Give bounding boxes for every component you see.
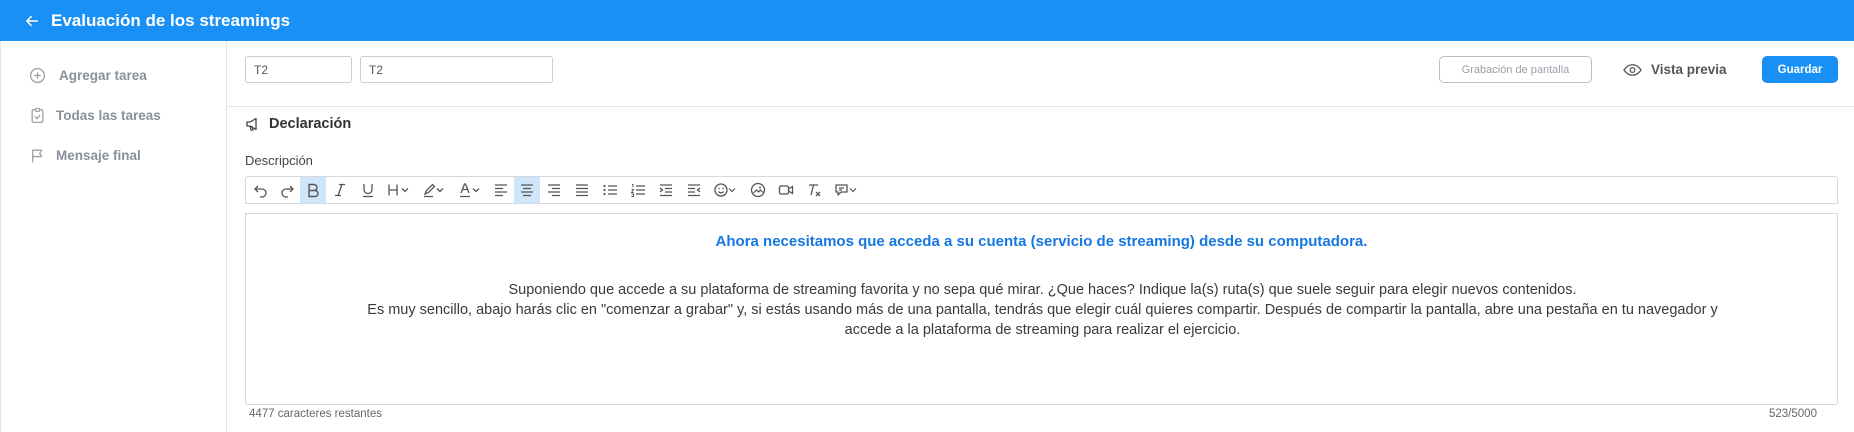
- section-title: Declaración: [245, 116, 351, 132]
- bullet-list-icon[interactable]: [596, 177, 624, 203]
- screen-record-button[interactable]: Grabación de pantalla: [1439, 56, 1592, 83]
- flag-icon: [32, 149, 43, 163]
- bold-icon[interactable]: [300, 177, 326, 203]
- undo-icon[interactable]: [248, 177, 274, 203]
- align-center-icon[interactable]: [514, 177, 540, 203]
- main-panel: Grabación de pantalla Vista previa Guard…: [227, 41, 1854, 432]
- sidebar-item-label: Todas las tareas: [56, 108, 161, 123]
- align-justify-icon[interactable]: [568, 177, 596, 203]
- save-button[interactable]: Guardar: [1762, 56, 1838, 83]
- numbered-list-icon[interactable]: [624, 177, 652, 203]
- preview-label: Vista previa: [1651, 62, 1727, 77]
- underline-icon[interactable]: [354, 177, 382, 203]
- editor-paragraph: accede a la plataforma de streaming para…: [844, 322, 1241, 338]
- editor-heading-text: Ahora necesitamos que acceda a su cuenta…: [715, 233, 1368, 250]
- section-title-label: Declaración: [269, 116, 352, 132]
- editor-paragraph: Suponiendo que accede a su plataforma de…: [508, 282, 1577, 298]
- italic-icon[interactable]: [326, 177, 354, 203]
- plus-circle-icon: [29, 67, 46, 84]
- heading-icon[interactable]: [382, 177, 416, 203]
- page-title: Evaluación de los streamings: [51, 10, 291, 30]
- redo-icon[interactable]: [274, 177, 300, 203]
- description-editor[interactable]: Ahora necesitamos que acceda a su cuenta…: [245, 213, 1838, 405]
- highlight-icon[interactable]: [416, 177, 452, 203]
- clear-format-icon[interactable]: [800, 177, 828, 203]
- indent-icon[interactable]: [652, 177, 680, 203]
- align-right-icon[interactable]: [540, 177, 568, 203]
- clipboard-check-icon: [31, 108, 44, 124]
- sidebar-item-label: Mensaje final: [56, 148, 141, 163]
- editor-toolbar: [245, 176, 1838, 204]
- remaining-characters: 4477 caracteres restantes: [249, 408, 382, 420]
- emoji-icon[interactable]: [708, 177, 744, 203]
- preview-button[interactable]: Vista previa: [1623, 56, 1727, 83]
- character-counter: 523/5000: [1769, 408, 1817, 420]
- video-icon[interactable]: [772, 177, 800, 203]
- task-short-name-input[interactable]: [245, 56, 352, 83]
- image-icon[interactable]: [744, 177, 772, 203]
- outdent-icon[interactable]: [680, 177, 708, 203]
- font-color-icon[interactable]: [452, 177, 488, 203]
- sidebar: Agregar tarea Todas las tareas Mensaje f…: [0, 41, 227, 432]
- task-header: Grabación de pantalla Vista previa Guard…: [227, 41, 1854, 107]
- align-left-icon[interactable]: [488, 177, 514, 203]
- eye-icon: [1623, 63, 1642, 76]
- back-arrow-icon[interactable]: [22, 11, 42, 31]
- top-bar: Evaluación de los streamings: [0, 0, 1854, 41]
- megaphone-icon: [246, 117, 257, 131]
- editor-paragraph: Es muy sencillo, abajo harás clic en "co…: [367, 302, 1718, 318]
- comment-icon[interactable]: [828, 177, 864, 203]
- task-name-input[interactable]: [360, 56, 553, 83]
- sidebar-item-add-task[interactable]: Agregar tarea: [29, 67, 147, 84]
- sidebar-item-final-message[interactable]: Mensaje final: [29, 147, 141, 164]
- sidebar-item-all-tasks[interactable]: Todas las tareas: [29, 107, 161, 124]
- sidebar-item-label: Agregar tarea: [59, 68, 147, 83]
- description-label: Descripción: [245, 153, 313, 168]
